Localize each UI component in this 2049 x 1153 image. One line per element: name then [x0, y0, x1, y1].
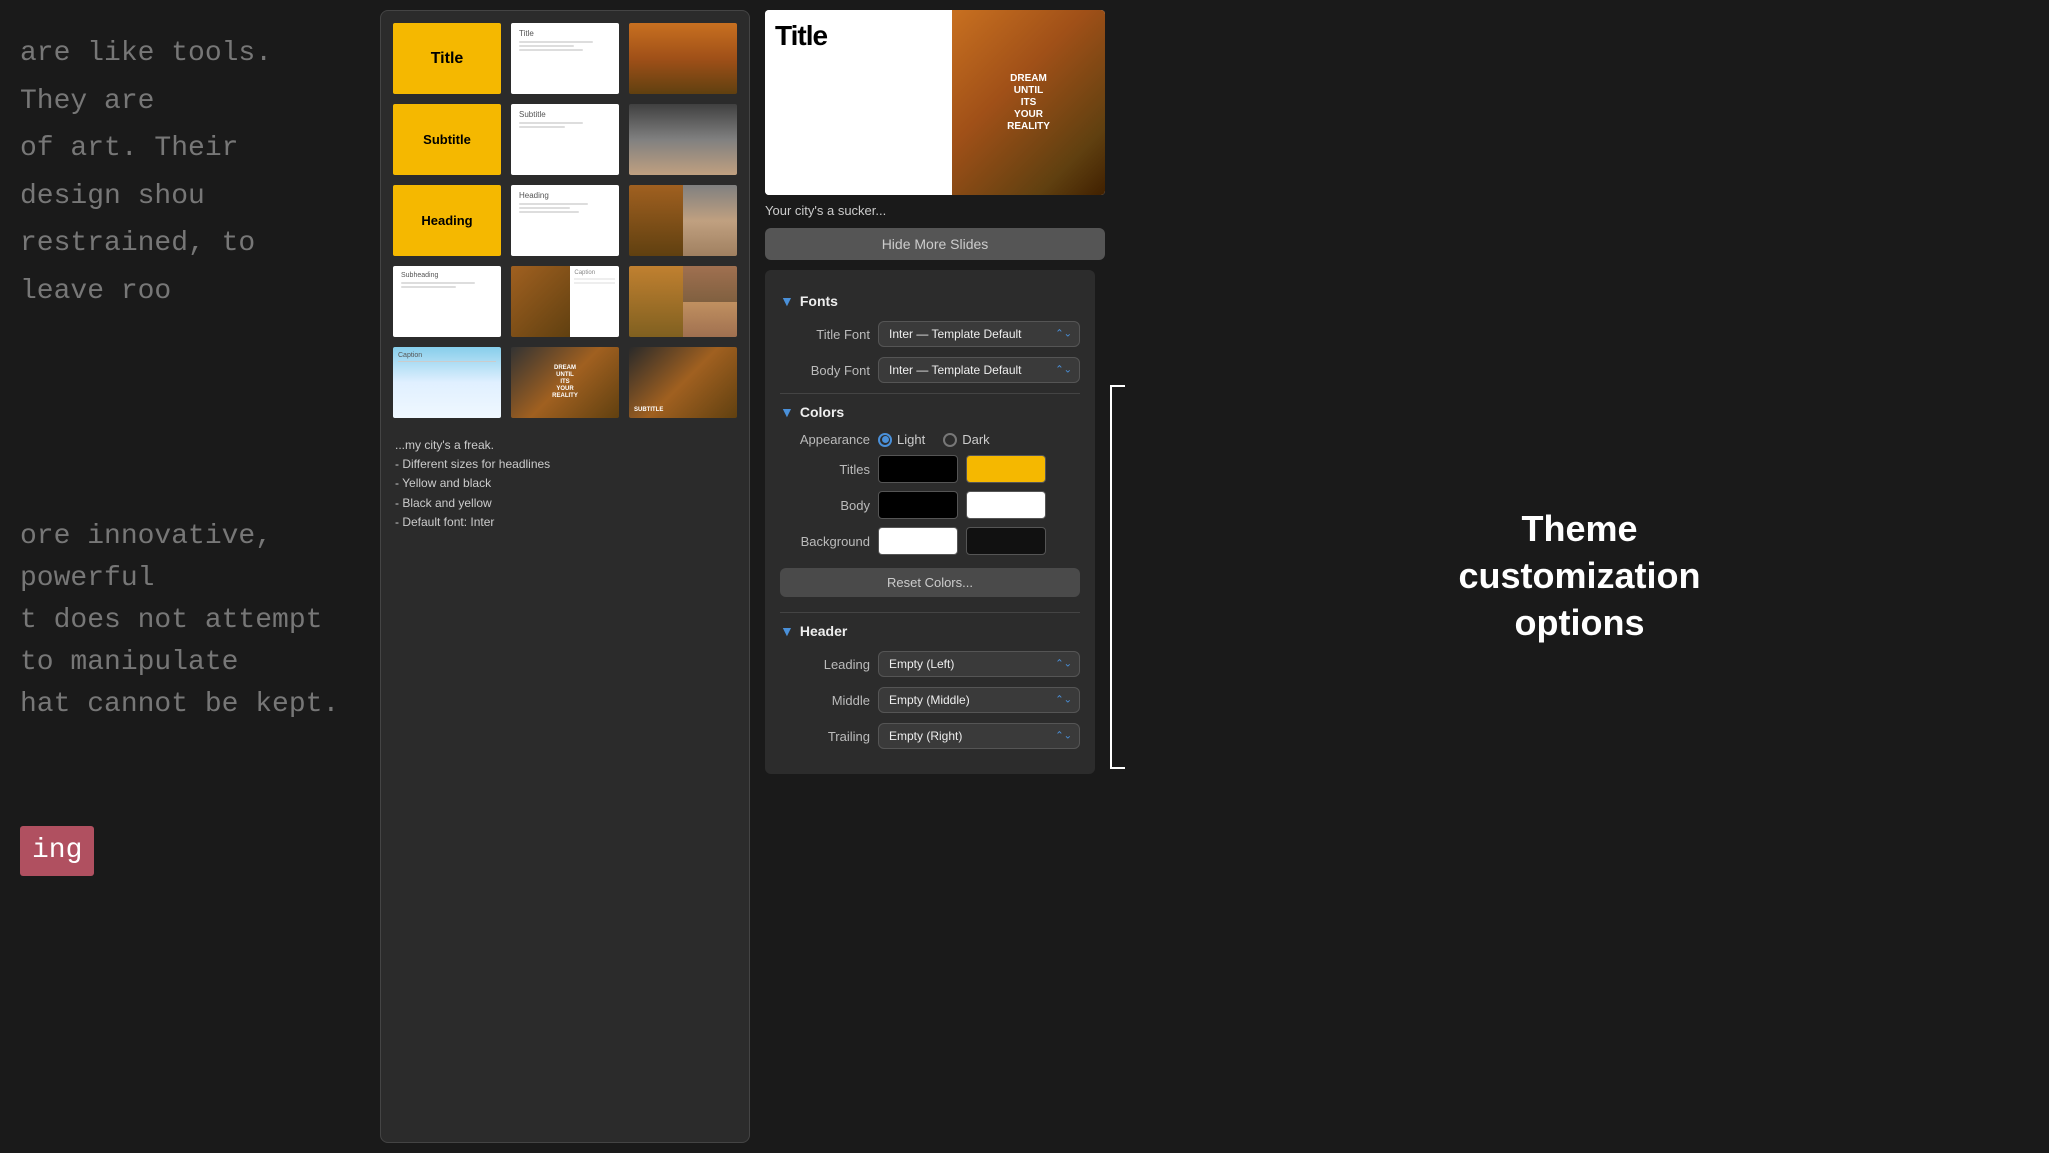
- slide-thumb-caption-photo2[interactable]: SUBTITLE: [627, 345, 739, 420]
- leading-select[interactable]: Empty (Left) Page Number Date Custom: [878, 651, 1080, 677]
- left-text-top: are like tools. They are of art. Their d…: [20, 30, 350, 316]
- fonts-chevron-icon: ▼: [780, 293, 794, 309]
- dark-radio-dot: [943, 433, 957, 447]
- highlight-text: ing: [20, 826, 94, 876]
- reset-colors-button[interactable]: Reset Colors...: [780, 568, 1080, 597]
- annotation-area: Themecustomizationoptions: [1110, 0, 2049, 1153]
- slide-thumb-subheading-white[interactable]: Subheading: [391, 264, 503, 339]
- preview-title: Title: [775, 20, 827, 52]
- colors-section-header[interactable]: ▼ Colors: [780, 404, 1080, 420]
- colors-header-divider: [780, 612, 1080, 613]
- title-font-select[interactable]: Inter — Template Default Helvetica Arial…: [878, 321, 1080, 347]
- fonts-colors-divider: [780, 393, 1080, 394]
- body-font-label: Body Font: [780, 363, 870, 378]
- background-color-swatch-2[interactable]: [966, 527, 1046, 555]
- body-color-swatch-1[interactable]: [878, 491, 958, 519]
- preview-caption: Your city's a sucker...: [765, 203, 1105, 218]
- light-label: Light: [897, 432, 925, 447]
- preview-slide-left: Title: [765, 10, 952, 195]
- title-font-row: Title Font Inter — Template Default Helv…: [780, 321, 1080, 347]
- body-font-row: Body Font Inter — Template Default Helve…: [780, 357, 1080, 383]
- fonts-section-label: Fonts: [800, 293, 838, 309]
- dark-label: Dark: [962, 432, 989, 447]
- slide-picker-panel: Title Title Subtitle Subtitle: [380, 10, 750, 1143]
- middle-select-wrapper: Empty (Middle) Page Number Date Custom: [878, 687, 1080, 713]
- annotation-box: Themecustomizationoptions: [1110, 466, 2049, 686]
- slide-thumb-subtitle-yellow[interactable]: Subtitle: [391, 102, 503, 177]
- bracket-vertical-line: [1110, 387, 1112, 767]
- middle-select[interactable]: Empty (Middle) Page Number Date Custom: [878, 687, 1080, 713]
- body-color-swatch-2[interactable]: [966, 491, 1046, 519]
- middle-label: Middle: [780, 693, 870, 708]
- appearance-row: Appearance Light Dark: [780, 432, 1080, 447]
- slide-thumb-caption-sky[interactable]: Caption: [391, 345, 503, 420]
- slide-thumb-title-white[interactable]: Title: [509, 21, 621, 96]
- trailing-select[interactable]: Empty (Right) Page Number Date Custom: [878, 723, 1080, 749]
- body-font-select[interactable]: Inter — Template Default Helvetica Arial…: [878, 357, 1080, 383]
- slide-thumb-title-photo[interactable]: [627, 21, 739, 96]
- body-color-label: Body: [780, 498, 870, 513]
- leading-row: Leading Empty (Left) Page Number Date Cu…: [780, 651, 1080, 677]
- titles-color-label: Titles: [780, 462, 870, 477]
- background-color-row: Background: [780, 527, 1080, 555]
- preview-panel: Title DREAMUNTILITSYOURREALITY Your city…: [765, 10, 1105, 1143]
- settings-panel: ▼ Fonts Title Font Inter — Template Defa…: [765, 270, 1095, 774]
- colors-chevron-icon: ▼: [780, 404, 794, 420]
- middle-row: Middle Empty (Middle) Page Number Date C…: [780, 687, 1080, 713]
- appearance-label: Appearance: [780, 432, 870, 447]
- trailing-row: Trailing Empty (Right) Page Number Date …: [780, 723, 1080, 749]
- slide-thumb-subtitle-white[interactable]: Subtitle: [509, 102, 621, 177]
- background-color-swatch-1[interactable]: [878, 527, 958, 555]
- annotation-text: Themecustomizationoptions: [1458, 506, 1700, 646]
- slide-thumb-subtitle-photo[interactable]: [627, 102, 739, 177]
- header-chevron-icon: ▼: [780, 623, 794, 639]
- titles-color-swatch-1[interactable]: [878, 455, 958, 483]
- background-color-label: Background: [780, 534, 870, 549]
- slide-thumb-caption-photo[interactable]: DREAMUNTILITSYOURREALITY: [509, 345, 621, 420]
- slide-thumb-subheading-photo2[interactable]: [627, 264, 739, 339]
- slide-thumb-heading-white[interactable]: Heading: [509, 183, 621, 258]
- title-font-label: Title Font: [780, 327, 870, 342]
- dark-radio[interactable]: Dark: [943, 432, 989, 447]
- trailing-select-wrapper: Empty (Right) Page Number Date Custom: [878, 723, 1080, 749]
- bracket-top-line: [1110, 385, 1125, 387]
- slide-thumb-heading-photo[interactable]: [627, 183, 739, 258]
- slide-description: ...my city's a freak. - Different sizes …: [391, 430, 739, 538]
- titles-color-row: Titles: [780, 455, 1080, 483]
- leading-select-wrapper: Empty (Left) Page Number Date Custom: [878, 651, 1080, 677]
- light-radio-dot: [878, 433, 892, 447]
- fonts-section-header[interactable]: ▼ Fonts: [780, 293, 1080, 309]
- trailing-label: Trailing: [780, 729, 870, 744]
- body-font-select-wrapper: Inter — Template Default Helvetica Arial…: [878, 357, 1080, 383]
- header-section-header[interactable]: ▼ Header: [780, 623, 1080, 639]
- body-color-row: Body: [780, 491, 1080, 519]
- slide-thumb-title-yellow[interactable]: Title: [391, 21, 503, 96]
- colors-section-label: Colors: [800, 404, 844, 420]
- light-radio[interactable]: Light: [878, 432, 925, 447]
- bracket-bottom-line: [1110, 767, 1125, 769]
- hide-slides-button[interactable]: Hide More Slides: [765, 228, 1105, 260]
- slide-thumb-subheading-photo[interactable]: Caption: [509, 264, 621, 339]
- preview-slide-right: DREAMUNTILITSYOURREALITY: [952, 10, 1105, 195]
- preview-slide: Title DREAMUNTILITSYOURREALITY: [765, 10, 1105, 195]
- titles-color-swatch-2[interactable]: [966, 455, 1046, 483]
- title-font-select-wrapper: Inter — Template Default Helvetica Arial…: [878, 321, 1080, 347]
- header-section-label: Header: [800, 623, 847, 639]
- preview-photo-text: DREAMUNTILITSYOURREALITY: [1007, 73, 1050, 133]
- leading-label: Leading: [780, 657, 870, 672]
- slide-grid: Title Title Subtitle Subtitle: [391, 21, 739, 420]
- slide-thumb-heading-yellow[interactable]: Heading: [391, 183, 503, 258]
- left-text-panel: are like tools. They are of art. Their d…: [0, 0, 370, 1153]
